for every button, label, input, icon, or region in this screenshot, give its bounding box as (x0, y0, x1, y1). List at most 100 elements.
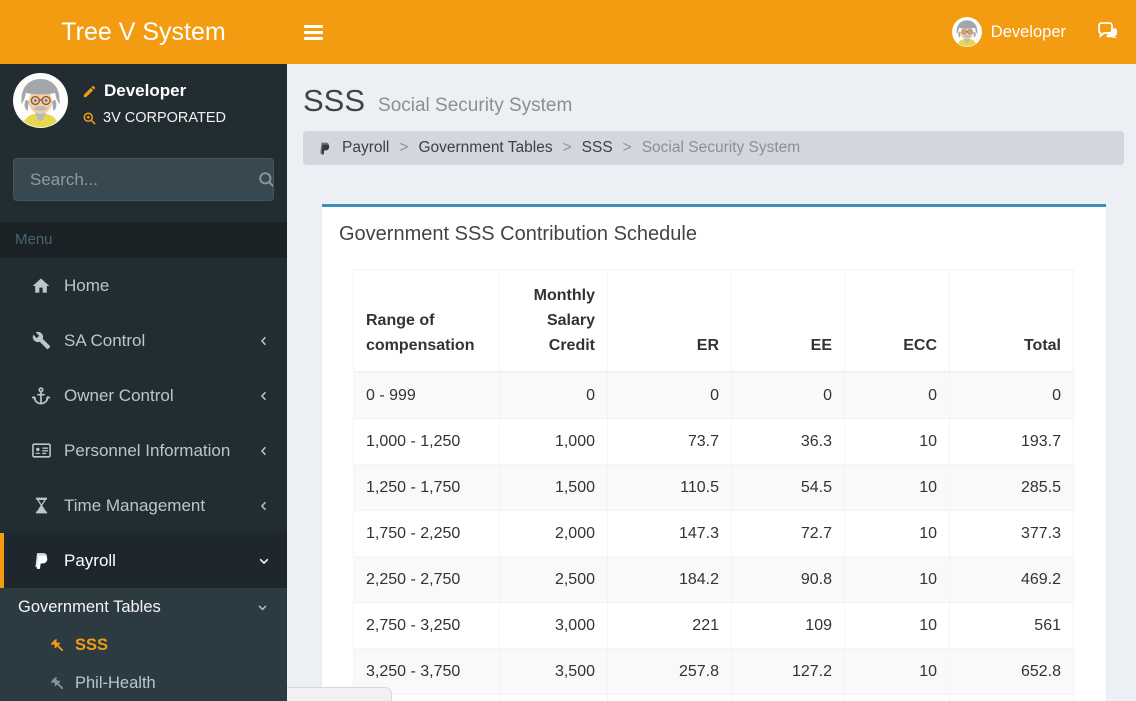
sidebar-menu-header: Menu (0, 222, 287, 258)
table-row: 1,000 - 1,250 1,000 73.7 36.3 10 193.7 (353, 418, 1074, 465)
hamburger-icon[interactable] (304, 10, 348, 54)
sidebar-item-time-management[interactable]: Time Management (0, 478, 287, 533)
search-plus-icon (82, 111, 97, 126)
breadcrumb-link-payroll[interactable]: Payroll (342, 139, 389, 157)
chevron-down-icon (257, 554, 271, 568)
home-icon (29, 276, 53, 296)
breadcrumb-separator: > (399, 139, 409, 156)
hourglass-icon (29, 496, 53, 515)
sidebar-item-label: Personnel Information (64, 440, 231, 460)
value-cell: 184.2 (607, 556, 732, 603)
sss-contribution-table: Range of compensation Monthly Salary Cre… (353, 269, 1074, 701)
range-cell: 2,750 - 3,250 (353, 602, 500, 649)
paypal-icon (317, 141, 332, 156)
paypal-icon (29, 551, 53, 571)
sidebar-item-owner-control[interactable]: Owner Control (0, 368, 287, 423)
breadcrumb-link-government-tables[interactable]: Government Tables (418, 139, 552, 157)
navbar-right: Developer (951, 17, 1136, 47)
avatar (13, 73, 68, 128)
value-cell: 4,000 (499, 694, 608, 701)
value-cell: 72.7 (731, 510, 845, 557)
value-cell: 294.7 (607, 694, 732, 701)
value-cell: 285.5 (949, 464, 1074, 511)
table-row: 3,250 - 3,750 3,500 257.8 127.2 10 652.8 (353, 648, 1074, 695)
sidebar-user-panel: Developer 3V CORPORATED (0, 64, 287, 128)
navbar-main: Developer (287, 0, 1136, 64)
sidebar-user-company: 3V CORPORATED (103, 110, 227, 126)
range-cell: 2,250 - 2,750 (353, 556, 500, 603)
contribution-schedule-box: Government SSS Contribution Schedule Ran… (322, 204, 1106, 701)
range-cell: 1,250 - 1,750 (353, 464, 500, 511)
id-card-icon (29, 440, 53, 461)
breadcrumb: Payroll > Government Tables > SSS > Soci… (303, 131, 1124, 165)
value-cell: 10 (844, 510, 950, 557)
value-cell: 469.2 (949, 556, 1074, 603)
value-cell: 257.8 (607, 648, 732, 695)
value-cell: 2,500 (499, 556, 608, 603)
breadcrumb-current: Social Security System (641, 139, 801, 156)
sidebar-item-label: Home (64, 275, 110, 295)
wrench-icon (29, 331, 53, 350)
chat-bubbles-icon[interactable] (1096, 20, 1120, 44)
value-cell: 1,500 (499, 464, 608, 511)
sidebar-item-phil-health[interactable]: Phil-Health (0, 664, 287, 701)
value-cell: 90.8 (731, 556, 845, 603)
browser-link-tooltip (287, 687, 392, 701)
gavel-icon (49, 637, 66, 654)
sidebar-item-label: Time Management (64, 495, 206, 515)
value-cell: 54.5 (731, 464, 845, 511)
sidebar: Developer 3V CORPORATED Menu Home SA Con… (0, 64, 287, 701)
value-cell: 10 (844, 418, 950, 465)
table-row: 0 - 999 0 0 0 0 0 (353, 371, 1074, 419)
breadcrumb-separator: > (562, 139, 572, 156)
pencil-icon (82, 84, 97, 99)
anchor-icon (29, 386, 53, 406)
box-body: Range of compensation Monthly Salary Cre… (322, 257, 1106, 701)
sidebar-item-government-tables[interactable]: Government Tables (0, 588, 287, 626)
value-cell: 377.3 (949, 510, 1074, 557)
column-header: EE (731, 269, 845, 373)
sss-table-body: 0 - 999 0 0 0 0 0 1,000 - 1,250 1,000 73.7 36.3 10… (353, 371, 1074, 701)
sidebar-item-personnel-information[interactable]: Personnel Information (0, 423, 287, 478)
sidebar-item-label: SA Control (64, 330, 146, 350)
search-input[interactable] (14, 159, 257, 200)
column-header: ECC (844, 269, 950, 373)
page-title-subtitle: Social Security System (378, 95, 573, 116)
sidebar-item-sss[interactable]: SSS (0, 626, 287, 664)
value-cell: 2,000 (499, 510, 608, 557)
breadcrumb-separator: > (622, 139, 632, 156)
chevron-down-icon (256, 601, 269, 614)
submenu-item-label: SSS (75, 635, 109, 654)
chevron-left-icon (257, 499, 271, 513)
column-header: Monthly Salary Credit (499, 269, 608, 373)
table-row: 1,750 - 2,250 2,000 147.3 72.7 10 377.3 (353, 510, 1074, 557)
user-menu[interactable]: Developer (951, 17, 1066, 47)
breadcrumb-link-sss[interactable]: SSS (582, 139, 613, 157)
value-cell: 10 (844, 464, 950, 511)
submenu-item-label: Phil-Health (75, 673, 156, 692)
range-cell: 0 - 999 (353, 371, 500, 419)
gavel-icon (49, 675, 66, 692)
sidebar-item-label: Owner Control (64, 385, 174, 405)
value-cell: 0 (844, 371, 950, 419)
value-cell: 36.3 (731, 418, 845, 465)
sidebar-item-home[interactable]: Home (0, 258, 287, 313)
table-header-row: Range of compensation Monthly Salary Cre… (353, 269, 1074, 373)
sidebar-item-payroll[interactable]: Payroll (0, 533, 287, 588)
top-navbar: Tree V System Developer (0, 0, 1136, 64)
search-icon[interactable] (257, 159, 273, 200)
value-cell: 193.7 (949, 418, 1074, 465)
avatar (951, 17, 982, 47)
column-header: Range of compensation (353, 269, 500, 373)
sidebar-user-name: Developer (104, 81, 187, 100)
sidebar-item-sa-control[interactable]: SA Control (0, 313, 287, 368)
range-cell: 1,750 - 2,250 (353, 510, 500, 557)
range-cell: 1,000 - 1,250 (353, 418, 500, 465)
value-cell: 0 (949, 371, 1074, 419)
app-logo[interactable]: Tree V System (0, 0, 287, 64)
value-cell: 3,000 (499, 602, 608, 649)
value-cell: 10 (844, 556, 950, 603)
value-cell: 110.5 (607, 464, 732, 511)
table-row: 1,250 - 1,750 1,500 110.5 54.5 10 285.5 (353, 464, 1074, 511)
table-row: 2,750 - 3,250 3,000 221 109 10 561 (353, 602, 1074, 649)
